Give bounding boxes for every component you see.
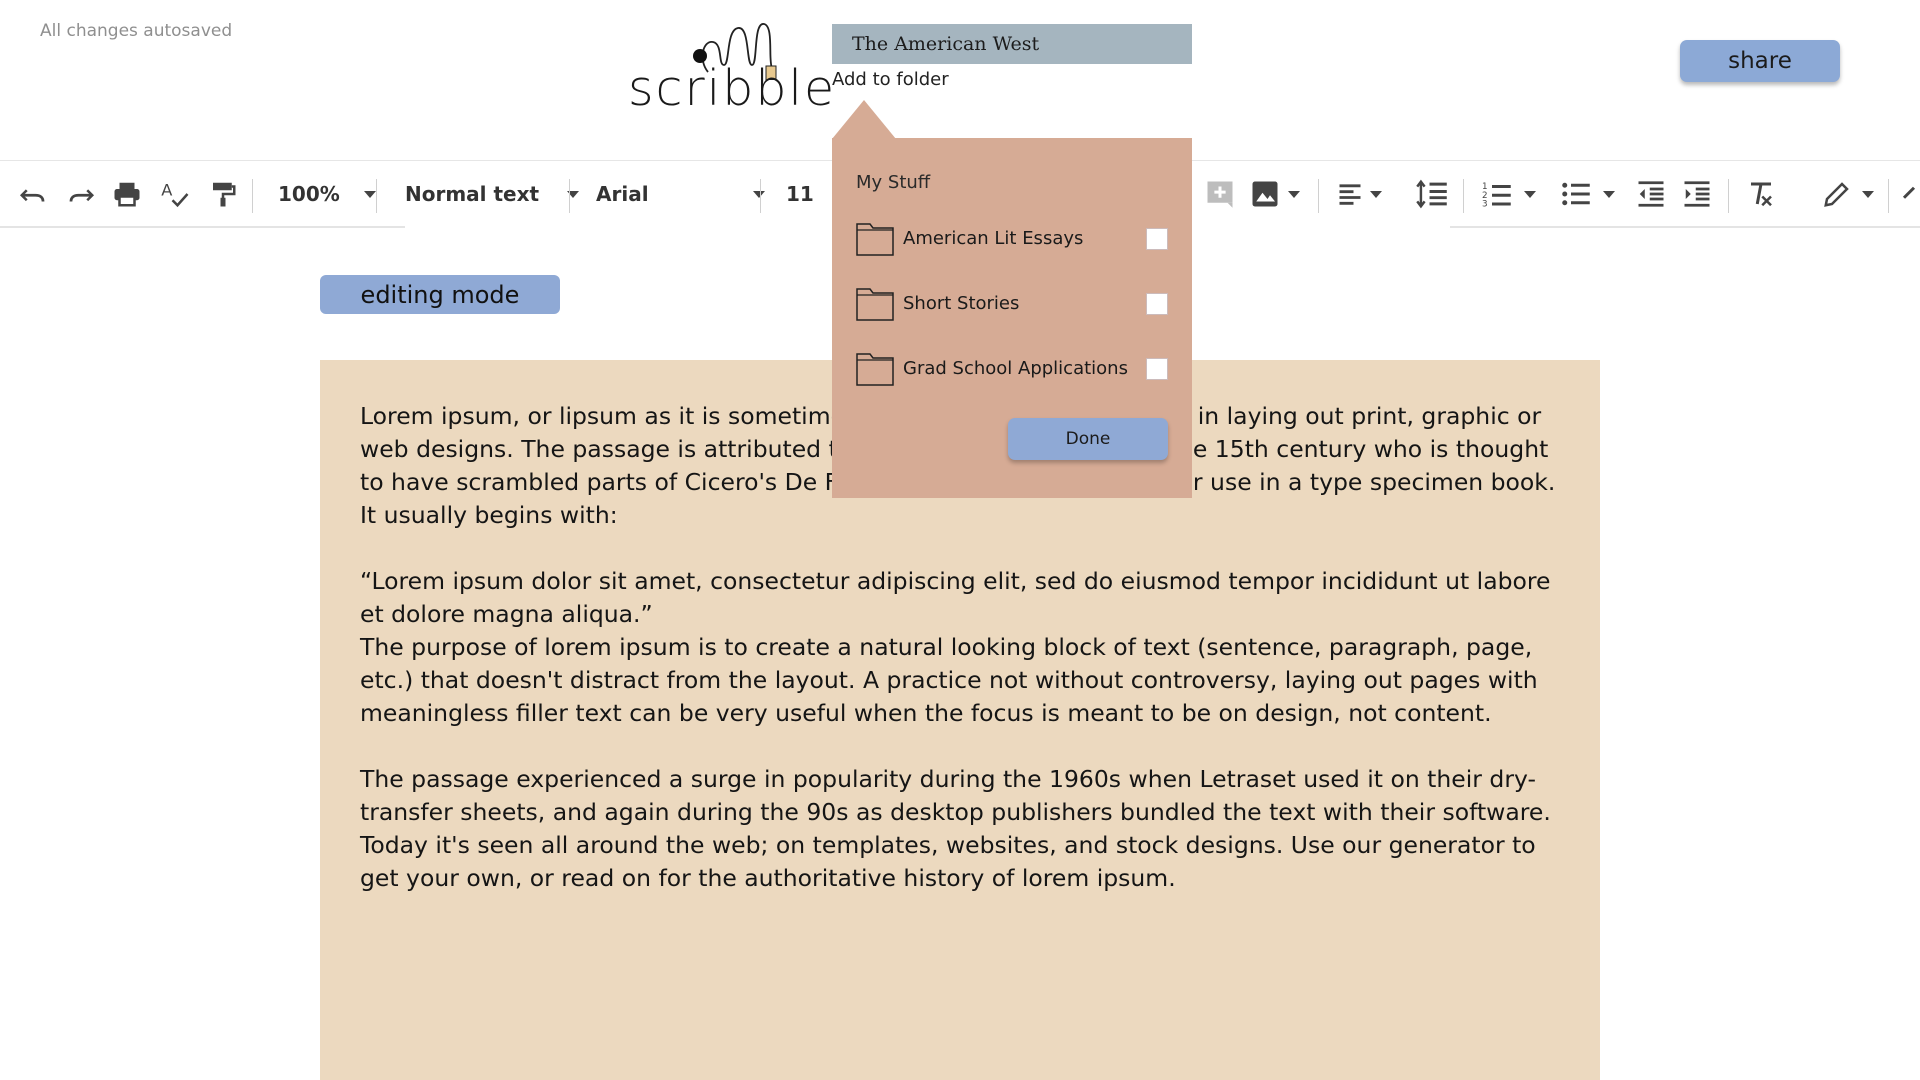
add-to-folder-label: Add to folder — [832, 69, 949, 90]
undo-icon[interactable] — [18, 179, 48, 209]
toolbar-separator — [1728, 179, 1729, 213]
folder-name: Grad School Applications — [903, 358, 1128, 379]
done-button[interactable]: Done — [1008, 418, 1168, 460]
bulleted-list-button[interactable] — [1561, 179, 1615, 209]
chevron-down-icon — [1288, 190, 1300, 198]
align-button[interactable] — [1336, 179, 1382, 209]
paint-format-icon[interactable] — [208, 179, 238, 209]
chevron-down-icon — [752, 190, 765, 198]
editing-pen-icon — [1824, 182, 1849, 207]
chevron-down-icon — [1603, 190, 1615, 198]
toolbar-separator — [1463, 179, 1464, 213]
toolbar-separator — [1318, 179, 1319, 213]
folder-item[interactable]: Grad School Applications — [856, 348, 1176, 388]
align-icon — [1339, 184, 1361, 205]
numbered-list-icon: 123 — [1482, 182, 1511, 210]
editing-mode-button[interactable] — [1822, 179, 1874, 209]
toolbar-divider — [1450, 226, 1920, 228]
toolbar-separator — [760, 179, 761, 213]
numbered-list-button[interactable]: 123 — [1482, 179, 1536, 209]
font-value: Arial — [596, 182, 649, 206]
spellcheck-icon[interactable]: A — [160, 179, 190, 209]
decrease-indent-icon[interactable] — [1636, 179, 1666, 209]
document-title-field[interactable]: The American West — [832, 24, 1192, 64]
folder-name: Short Stories — [903, 293, 1020, 314]
toolbar-separator — [376, 179, 377, 213]
logo-text: scribble — [628, 60, 837, 117]
folder-name: American Lit Essays — [903, 228, 1084, 249]
folder-icon — [856, 288, 894, 321]
paragraph-style-value: Normal text — [405, 182, 540, 206]
insert-comment-icon[interactable] — [1205, 179, 1235, 209]
share-button[interactable]: share — [1680, 40, 1840, 82]
paragraph-style-select[interactable]: Normal text — [405, 179, 580, 209]
chevron-down-icon — [1370, 190, 1382, 198]
toolbar-separator — [569, 179, 570, 213]
document-title: The American West — [852, 33, 1040, 55]
autosave-status: All changes autosaved — [40, 21, 233, 41]
line-spacing-icon[interactable] — [1416, 179, 1448, 209]
print-icon[interactable] — [112, 179, 142, 209]
popup-pointer — [832, 100, 896, 139]
redo-icon[interactable] — [66, 179, 96, 209]
document-paragraph: “Lorem ipsum dolor sit amet, consectetur… — [360, 567, 1551, 628]
bulleted-list-icon — [1562, 182, 1590, 206]
folder-checkbox[interactable] — [1146, 228, 1168, 250]
insert-image-icon — [1252, 181, 1278, 207]
chevron-down-icon — [1524, 190, 1536, 198]
folder-checkbox[interactable] — [1146, 358, 1168, 380]
font-size-value: 11 — [786, 182, 814, 206]
folder-icon — [856, 353, 894, 386]
svg-text:3: 3 — [1482, 200, 1488, 210]
document-paragraph: The purpose of lorem ipsum is to create … — [360, 633, 1538, 727]
editing-mode-button-label[interactable]: editing mode — [320, 275, 560, 314]
zoom-value: 100% — [278, 182, 340, 206]
document-paragraph: The passage experienced a surge in popul… — [360, 765, 1551, 892]
chevron-down-icon — [363, 190, 376, 198]
collapse-toolbar-icon[interactable] — [1898, 179, 1920, 209]
folder-item[interactable]: Short Stories — [856, 283, 1176, 323]
svg-text:A: A — [161, 180, 172, 199]
toolbar-separator — [1888, 179, 1889, 213]
folder-icon — [856, 223, 894, 256]
add-to-folder-popup: My Stuff American Lit Essays Short Stori… — [832, 138, 1192, 498]
zoom-select[interactable]: 100% — [278, 179, 376, 209]
increase-indent-icon[interactable] — [1682, 179, 1712, 209]
chevron-down-icon — [1862, 190, 1874, 198]
folder-checkbox[interactable] — [1146, 293, 1168, 315]
toolbar-divider — [0, 226, 405, 228]
toolbar-separator — [252, 179, 253, 213]
folder-item[interactable]: American Lit Essays — [856, 218, 1176, 258]
insert-image-button[interactable] — [1250, 179, 1300, 209]
font-select[interactable]: Arial — [596, 179, 765, 209]
scribble-logo: scribble — [628, 20, 834, 117]
font-size-input[interactable]: 11 — [786, 179, 814, 209]
folder-popup-heading: My Stuff — [856, 172, 931, 193]
clear-formatting-icon[interactable] — [1746, 179, 1776, 209]
